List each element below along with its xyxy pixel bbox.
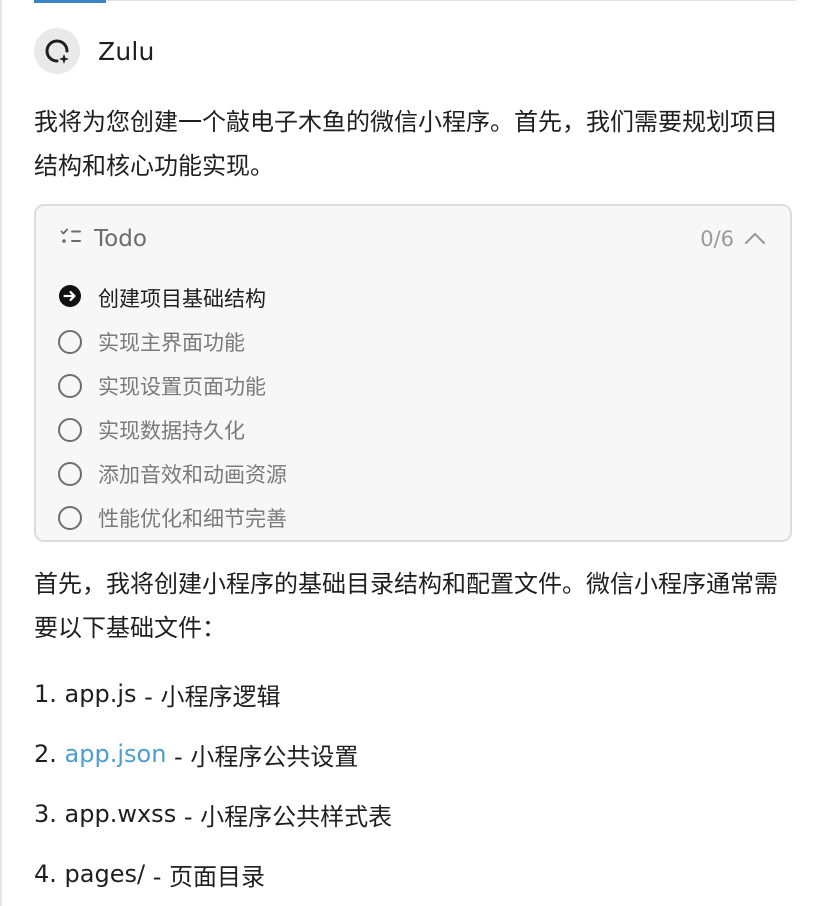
list-item: 2. app.json - 小程序公共设置 (34, 724, 392, 784)
todo-item: 实现主界面功能 (58, 320, 287, 364)
todo-item: 添加音效和动画资源 (58, 452, 287, 496)
checklist-icon (60, 227, 82, 251)
todo-progress-count: 0/6 (700, 227, 734, 251)
top-divider (34, 0, 796, 1)
message-header: Zulu (34, 28, 155, 74)
chevron-up-icon[interactable] (744, 230, 766, 249)
todo-item: 创建项目基础结构 (58, 276, 287, 320)
file-name: app.wxss (64, 800, 177, 828)
assistant-name: Zulu (98, 36, 155, 66)
list-item: 3. app.wxss - 小程序公共样式表 (34, 784, 392, 844)
todo-item-label: 添加音效和动画资源 (98, 463, 287, 487)
file-description: - 页面目录 (145, 862, 265, 891)
intro-message: 我将为您创建一个敲电子木鱼的微信小程序。首先，我们需要规划项目结构和核心功能实现… (34, 108, 778, 180)
empty-circle-icon (58, 418, 82, 442)
todo-card: Todo 0/6 创建项目基础结构 实现主界面功能 实现设置页面功能 实现数据持… (34, 204, 792, 542)
todo-item: 性能优化和细节完善 (58, 496, 287, 540)
zulu-logo-icon (34, 28, 80, 74)
arrow-right-circle-icon (58, 284, 82, 312)
todo-item: 实现数据持久化 (58, 408, 287, 452)
todo-item-label: 性能优化和细节完善 (98, 507, 287, 531)
todo-item-label: 实现数据持久化 (98, 419, 245, 443)
todo-item-label: 实现主界面功能 (98, 331, 245, 355)
empty-circle-icon (58, 374, 82, 398)
todo-header[interactable]: Todo 0/6 (60, 224, 766, 254)
todo-item-label: 创建项目基础结构 (98, 287, 266, 311)
top-accent-bar (34, 0, 106, 3)
list-item-number: 1. (34, 680, 57, 708)
left-frame-border (0, 0, 2, 906)
followup-message: 首先，我将创建小程序的基础目录结构和配置文件。微信小程序通常需要以下基础文件： (34, 570, 778, 642)
file-description: - 小程序逻辑 (136, 682, 281, 711)
file-name: pages/ (64, 860, 146, 888)
file-description: - 小程序公共设置 (166, 742, 359, 771)
list-item: 4. pages/ - 页面目录 (34, 844, 392, 904)
file-description: - 小程序公共样式表 (176, 802, 393, 831)
todo-list: 创建项目基础结构 实现主界面功能 实现设置页面功能 实现数据持久化 添加音效和动… (58, 276, 287, 540)
empty-circle-icon (58, 462, 82, 486)
list-item-number: 3. (34, 800, 57, 828)
file-name: app.js (64, 680, 137, 708)
list-item: 1. app.js - 小程序逻辑 (34, 664, 392, 724)
list-item-number: 2. (34, 740, 57, 768)
empty-circle-icon (58, 330, 82, 354)
todo-title: Todo (94, 226, 147, 252)
file-list: 1. app.js - 小程序逻辑 2. app.json - 小程序公共设置 … (34, 664, 392, 904)
todo-item: 实现设置页面功能 (58, 364, 287, 408)
todo-item-label: 实现设置页面功能 (98, 375, 266, 399)
empty-circle-icon (58, 506, 82, 530)
list-item-number: 4. (34, 860, 57, 888)
file-link[interactable]: app.json (65, 740, 167, 768)
